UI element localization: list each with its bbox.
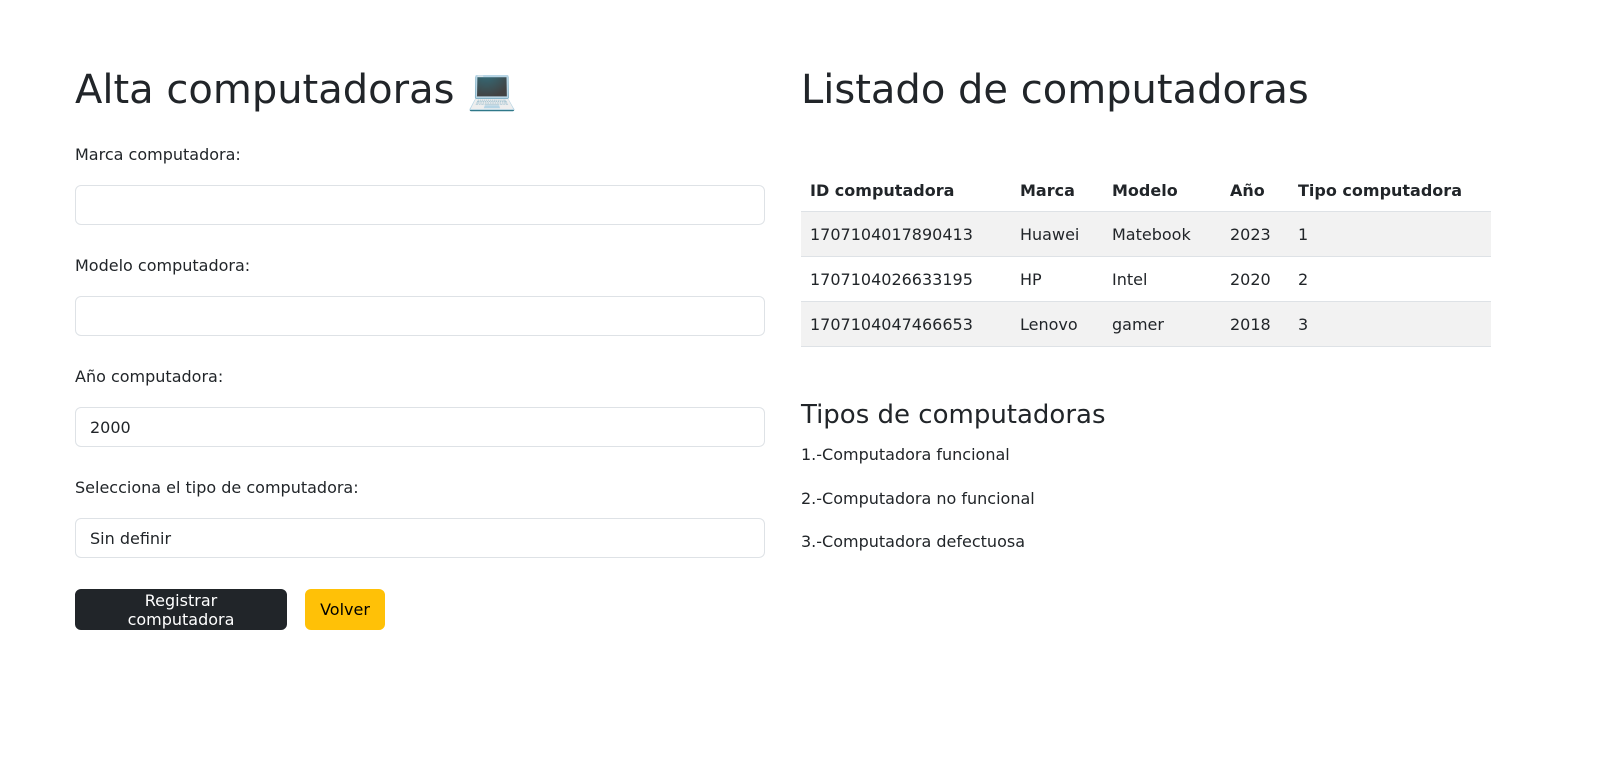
cell-anio: 2018 bbox=[1221, 301, 1289, 347]
tipo-item-3: 3.-Computadora defectuosa bbox=[801, 532, 1025, 551]
tipo-select[interactable]: Sin definir bbox=[75, 518, 765, 558]
table-row: 1707104026633195 HP Intel 2020 2 bbox=[801, 256, 1491, 302]
table-row: 1707104017890413 Huawei Matebook 2023 1 bbox=[801, 211, 1491, 257]
registrar-button[interactable]: Registrar computadora bbox=[75, 589, 287, 630]
cell-anio: 2023 bbox=[1221, 211, 1289, 257]
table-header-row: ID computadora Marca Modelo Año Tipo com… bbox=[801, 170, 1491, 212]
header-anio: Año bbox=[1221, 170, 1289, 212]
anio-input[interactable] bbox=[75, 407, 765, 447]
cell-marca: Lenovo bbox=[1011, 301, 1103, 347]
cell-marca: Huawei bbox=[1011, 211, 1103, 257]
cell-tipo: 1 bbox=[1289, 211, 1491, 257]
cell-id: 1707104017890413 bbox=[801, 211, 1011, 257]
cell-tipo: 2 bbox=[1289, 256, 1491, 302]
tipo-label: Selecciona el tipo de computadora: bbox=[75, 478, 359, 497]
header-modelo: Modelo bbox=[1103, 170, 1221, 212]
cell-id: 1707104047466653 bbox=[801, 301, 1011, 347]
computadoras-table: ID computadora Marca Modelo Año Tipo com… bbox=[801, 170, 1491, 347]
marca-label: Marca computadora: bbox=[75, 145, 241, 164]
cell-modelo: gamer bbox=[1103, 301, 1221, 347]
cell-tipo: 3 bbox=[1289, 301, 1491, 347]
cell-id: 1707104026633195 bbox=[801, 256, 1011, 302]
header-tipo: Tipo computadora bbox=[1289, 170, 1491, 212]
cell-modelo: Intel bbox=[1103, 256, 1221, 302]
page-title: Alta computadoras 💻 bbox=[75, 67, 517, 113]
header-id: ID computadora bbox=[801, 170, 1011, 212]
listado-title: Listado de computadoras bbox=[801, 67, 1309, 113]
modelo-input[interactable] bbox=[75, 296, 765, 336]
table-row: 1707104047466653 Lenovo gamer 2018 3 bbox=[801, 301, 1491, 347]
cell-anio: 2020 bbox=[1221, 256, 1289, 302]
cell-modelo: Matebook bbox=[1103, 211, 1221, 257]
anio-label: Año computadora: bbox=[75, 367, 224, 386]
tipos-title: Tipos de computadoras bbox=[801, 400, 1106, 430]
cell-marca: HP bbox=[1011, 256, 1103, 302]
tipo-item-2: 2.-Computadora no funcional bbox=[801, 489, 1035, 508]
modelo-label: Modelo computadora: bbox=[75, 256, 251, 275]
volver-button[interactable]: Volver bbox=[305, 589, 385, 630]
header-marca: Marca bbox=[1011, 170, 1103, 212]
tipo-item-1: 1.-Computadora funcional bbox=[801, 445, 1010, 464]
marca-input[interactable] bbox=[75, 185, 765, 225]
